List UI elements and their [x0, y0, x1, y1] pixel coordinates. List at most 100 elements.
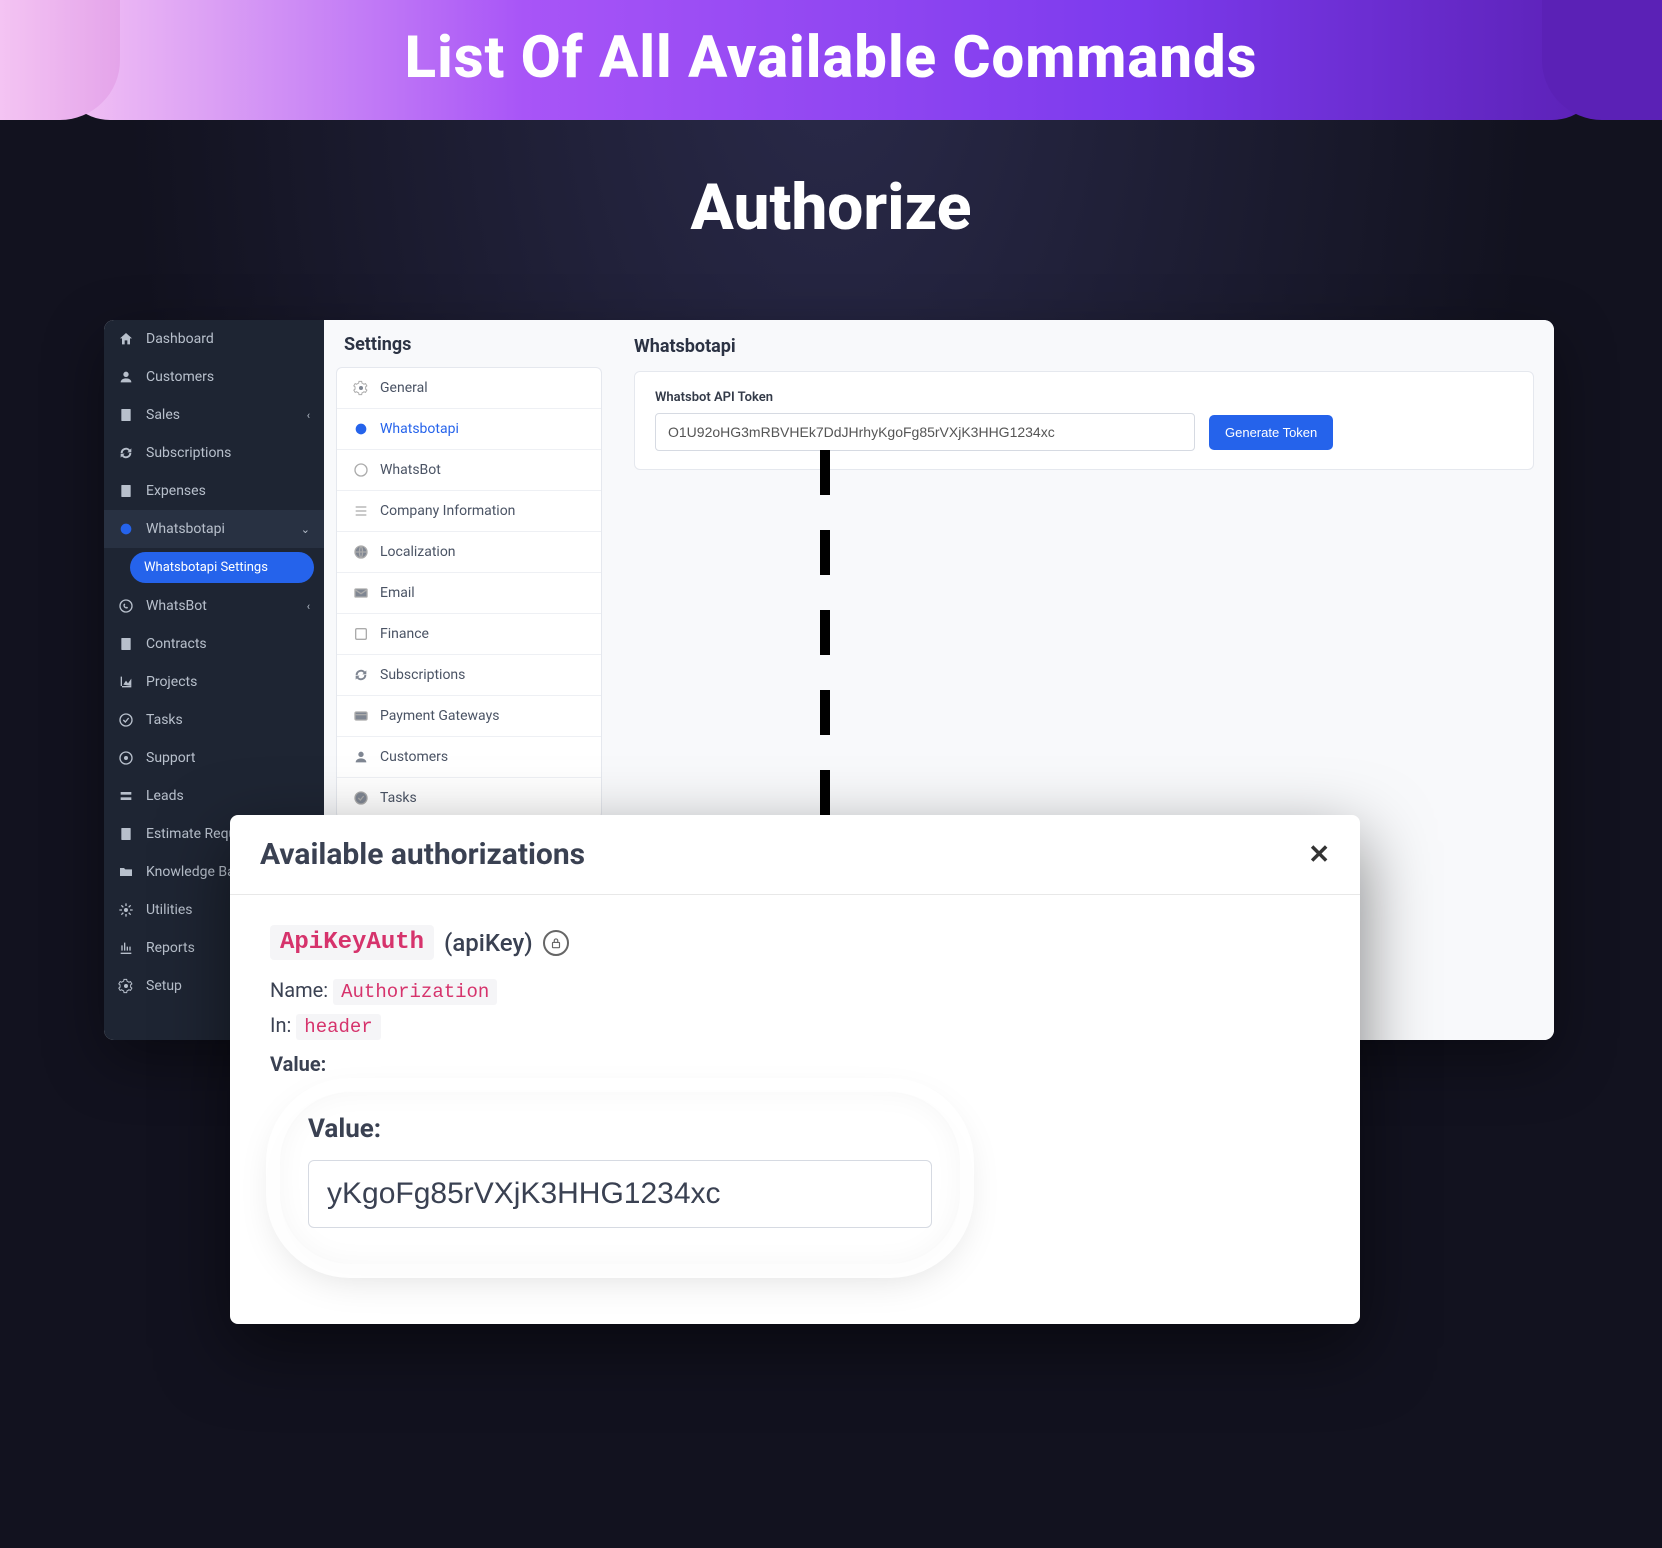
- settings-item-label: Finance: [380, 626, 429, 642]
- sidebar-item-label: Subscriptions: [146, 445, 231, 461]
- settings-item-tasks[interactable]: Tasks: [337, 778, 601, 818]
- auth-in-value: header: [296, 1014, 380, 1040]
- file-icon: [118, 483, 134, 499]
- settings-item-email[interactable]: Email: [337, 573, 601, 614]
- support-icon: [118, 750, 134, 766]
- file-icon: [118, 407, 134, 423]
- folder-icon: [118, 864, 134, 880]
- token-input[interactable]: [655, 413, 1195, 451]
- mail-icon: [353, 585, 369, 601]
- chevron-left-icon: ‹: [307, 409, 310, 422]
- whatsapp-icon: [118, 598, 134, 614]
- report-icon: [118, 940, 134, 956]
- modal-header: Available authorizations ✕: [230, 815, 1360, 895]
- chart-icon: [118, 674, 134, 690]
- settings-item-label: General: [380, 380, 428, 396]
- setup-icon: [118, 978, 134, 994]
- list-icon: [353, 503, 369, 519]
- page-subtitle: Authorize: [0, 170, 1662, 245]
- value-highlight-label: Value:: [308, 1114, 932, 1144]
- gear-icon: [118, 902, 134, 918]
- sidebar-item-label: Projects: [146, 674, 197, 690]
- sidebar-item-label: Leads: [146, 788, 184, 804]
- whatsapp-icon: [353, 462, 369, 478]
- sidebar-item-label: Dashboard: [146, 331, 214, 347]
- sidebar-item-label: Whatsbotapi: [146, 521, 225, 537]
- sidebar-item-customers[interactable]: Customers: [104, 358, 324, 396]
- authorization-modal: Available authorizations ✕ ApiKeyAuth (a…: [230, 815, 1360, 1324]
- settings-item-label: Company Information: [380, 503, 515, 519]
- auth-name-value: Authorization: [333, 979, 497, 1005]
- leads-icon: [118, 788, 134, 804]
- modal-body: ApiKeyAuth (apiKey) Name: Authorization …: [230, 895, 1360, 1324]
- settings-item-label: Localization: [380, 544, 456, 560]
- sidebar-item-contracts[interactable]: Contracts: [104, 625, 324, 663]
- sidebar-item-label: Contracts: [146, 636, 207, 652]
- generate-token-button[interactable]: Generate Token: [1209, 415, 1333, 450]
- sidebar-sub-whatsbotapi-settings[interactable]: Whatsbotapi Settings: [130, 552, 314, 583]
- value-highlight-callout: Value:: [280, 1092, 960, 1264]
- sidebar-item-expenses[interactable]: Expenses: [104, 472, 324, 510]
- settings-item-label: WhatsBot: [380, 462, 441, 478]
- refresh-icon: [353, 667, 369, 683]
- sidebar-item-label: Customers: [146, 369, 214, 385]
- settings-item-localization[interactable]: Localization: [337, 532, 601, 573]
- circle-icon: [353, 421, 369, 437]
- settings-item-general[interactable]: General: [337, 368, 601, 409]
- card-icon: [353, 708, 369, 724]
- sidebar-item-leads[interactable]: Leads: [104, 777, 324, 815]
- sidebar-item-label: Reports: [146, 940, 195, 956]
- check-icon: [118, 712, 134, 728]
- auth-in-row: In: header: [270, 1013, 1320, 1038]
- settings-item-label: Whatsbotapi: [380, 421, 459, 437]
- globe-icon: [353, 544, 369, 560]
- gear-icon: [353, 380, 369, 396]
- sidebar-item-support[interactable]: Support: [104, 739, 324, 777]
- refresh-icon: [118, 445, 134, 461]
- settings-item-subscriptions[interactable]: Subscriptions: [337, 655, 601, 696]
- user-icon: [118, 369, 134, 385]
- settings-item-label: Email: [380, 585, 415, 601]
- banner-title: List Of All Available Commands: [405, 24, 1258, 92]
- close-icon[interactable]: ✕: [1308, 840, 1330, 870]
- home-icon: [118, 331, 134, 347]
- sidebar-item-label: Setup: [146, 978, 182, 994]
- file-icon: [118, 826, 134, 842]
- settings-item-whatsbot[interactable]: WhatsBot: [337, 450, 601, 491]
- auth-name-label: Name:: [270, 978, 328, 1002]
- settings-title: Settings: [336, 334, 602, 355]
- sidebar-item-label: Utilities: [146, 902, 193, 918]
- auth-value-input[interactable]: [308, 1160, 932, 1228]
- settings-item-finance[interactable]: Finance: [337, 614, 601, 655]
- sidebar-item-label: Tasks: [146, 712, 183, 728]
- sidebar-item-sales[interactable]: Sales ‹: [104, 396, 324, 434]
- sidebar-item-label: Sales: [146, 407, 180, 423]
- sidebar-item-dashboard[interactable]: Dashboard: [104, 320, 324, 358]
- settings-item-whatsbotapi[interactable]: Whatsbotapi: [337, 409, 601, 450]
- content-card: Whatsbot API Token Generate Token: [634, 371, 1534, 470]
- sidebar-item-label: Support: [146, 750, 195, 766]
- auth-value-label: Value:: [270, 1052, 1320, 1076]
- settings-item-payment-gateways[interactable]: Payment Gateways: [337, 696, 601, 737]
- auth-scheme-name: ApiKeyAuth: [270, 925, 434, 960]
- content-title: Whatsbotapi: [634, 336, 1534, 357]
- settings-item-customers[interactable]: Customers: [337, 737, 601, 778]
- sidebar-item-projects[interactable]: Projects: [104, 663, 324, 701]
- auth-in-label: In:: [270, 1013, 291, 1037]
- chevron-down-icon: ⌄: [301, 523, 310, 536]
- sidebar-item-tasks[interactable]: Tasks: [104, 701, 324, 739]
- settings-item-label: Payment Gateways: [380, 708, 499, 724]
- finance-icon: [353, 626, 369, 642]
- sidebar-item-whatsbotapi[interactable]: Whatsbotapi ⌄: [104, 510, 324, 548]
- settings-item-label: Tasks: [380, 790, 417, 806]
- settings-list: General Whatsbotapi WhatsBot Company Inf…: [336, 367, 602, 819]
- modal-title: Available authorizations: [260, 837, 585, 872]
- settings-item-company-information[interactable]: Company Information: [337, 491, 601, 532]
- sidebar-item-whatsbot[interactable]: WhatsBot ‹: [104, 587, 324, 625]
- header-banner: List Of All Available Commands: [0, 0, 1662, 140]
- sidebar-item-subscriptions[interactable]: Subscriptions: [104, 434, 324, 472]
- token-field-label: Whatsbot API Token: [655, 390, 1513, 405]
- auth-name-row: Name: Authorization: [270, 978, 1320, 1003]
- settings-item-label: Subscriptions: [380, 667, 465, 683]
- user-icon: [353, 749, 369, 765]
